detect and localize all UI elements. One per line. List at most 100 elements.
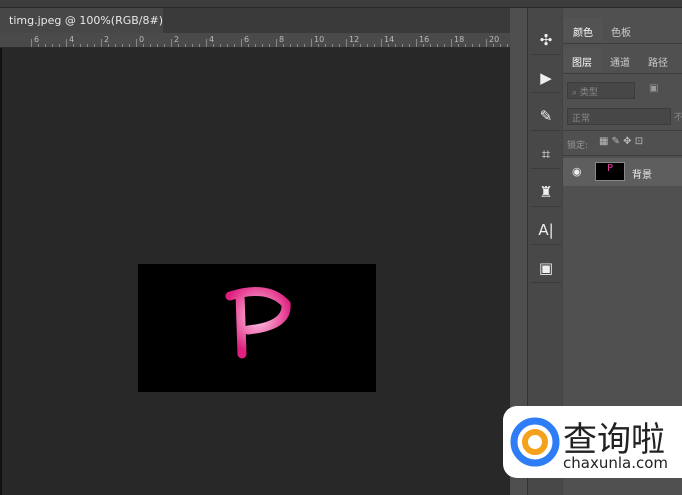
ruler-tick xyxy=(346,39,347,47)
lock-label: 锁定: xyxy=(567,141,589,151)
ruler-tick xyxy=(402,44,403,47)
play-icon[interactable]: ▶ xyxy=(531,63,561,93)
eye-icon[interactable]: ◉ xyxy=(572,165,582,178)
ruler-tick xyxy=(199,44,200,47)
ruler-tick xyxy=(227,44,228,47)
ruler-tick xyxy=(31,39,32,47)
top-bar xyxy=(0,0,682,8)
ruler-tick xyxy=(234,44,235,47)
ruler-tick xyxy=(283,44,284,47)
ruler-label: 4 xyxy=(209,35,215,44)
ruler-tick xyxy=(507,44,508,47)
text-icon[interactable]: A| xyxy=(531,215,561,245)
ruler-tick xyxy=(108,44,109,47)
ruler-tick xyxy=(262,44,263,47)
ruler-tick xyxy=(493,44,494,47)
ruler-tick xyxy=(192,44,193,47)
ruler-tick xyxy=(367,44,368,47)
ruler-tick xyxy=(290,44,291,47)
ruler-tick xyxy=(171,39,172,47)
filter-kind-select[interactable]: ⌕ 类型 xyxy=(567,82,635,99)
lock-icons[interactable]: ▦ ✎ ✥ ⊡ xyxy=(599,136,643,147)
ruler-tick xyxy=(220,44,221,47)
logo-icon xyxy=(510,417,560,467)
ruler-tick xyxy=(381,39,382,47)
ruler-tick xyxy=(122,44,123,47)
ruler-tick xyxy=(150,44,151,47)
ruler-tick xyxy=(423,44,424,47)
ruler-tick xyxy=(59,44,60,47)
layer-name: 背景 xyxy=(632,170,652,181)
ruler-label: 8 xyxy=(279,35,285,44)
ruler-tick xyxy=(353,44,354,47)
ruler-tick xyxy=(115,44,116,47)
ruler-tick xyxy=(52,44,53,47)
ruler-tick xyxy=(241,39,242,47)
ruler-label: 6 xyxy=(244,35,250,44)
tab-swatches[interactable]: 色板 xyxy=(603,18,639,42)
ruler-tick xyxy=(304,44,305,47)
ruler-tick xyxy=(206,39,207,47)
ruler-tick xyxy=(178,44,179,47)
ruler-tick xyxy=(395,44,396,47)
tab-paths[interactable]: 路径 xyxy=(639,48,677,72)
ruler-tick xyxy=(143,44,144,47)
ruler-label: 10 xyxy=(314,35,325,44)
stamp-icon[interactable]: ♜ xyxy=(531,177,561,207)
tab-color[interactable]: 颜色 xyxy=(563,18,603,42)
3d-icon[interactable]: ▣ xyxy=(531,253,561,283)
ruler-tick xyxy=(500,44,501,47)
crop-icon[interactable]: ⌗ xyxy=(531,139,561,169)
ruler-tick xyxy=(269,44,270,47)
ruler-tick xyxy=(451,39,452,47)
ruler-tick xyxy=(213,44,214,47)
canvas-area[interactable] xyxy=(0,48,510,495)
ruler-tick xyxy=(255,44,256,47)
ruler-tick xyxy=(73,44,74,47)
ruler-tick xyxy=(486,39,487,47)
ruler-label: 18 xyxy=(454,35,465,44)
tab-layers[interactable]: 图层 xyxy=(563,48,601,72)
horizontal-ruler: 6 4 2 0 2 4 6 8 10 12 14 16 18 20 xyxy=(0,33,515,48)
ruler-tick xyxy=(157,44,158,47)
layer-thumbnail: P xyxy=(595,162,625,181)
ruler-tick xyxy=(38,44,39,47)
ruler-label: 14 xyxy=(384,35,395,44)
ruler-tick xyxy=(416,39,417,47)
layer-row-background[interactable]: ◉ P 背景 xyxy=(563,158,682,186)
ruler-tick xyxy=(318,44,319,47)
ruler-label: 0 xyxy=(139,35,145,44)
logo-url: chaxunla.com xyxy=(563,454,668,472)
ruler-label: 4 xyxy=(69,35,75,44)
ruler-tick xyxy=(458,44,459,47)
ruler-tick xyxy=(94,44,95,47)
tab-channels[interactable]: 通道 xyxy=(601,48,639,72)
ruler-tick xyxy=(472,44,473,47)
ruler-tick xyxy=(129,44,130,47)
blend-mode-select[interactable]: 正常 xyxy=(567,108,671,125)
ruler-label: 16 xyxy=(419,35,430,44)
ruler-tick xyxy=(66,39,67,47)
ruler-tick xyxy=(339,44,340,47)
blend-mode-value: 正常 xyxy=(572,114,591,124)
ruler-tick xyxy=(332,44,333,47)
ruler-tick xyxy=(276,39,277,47)
document-tab[interactable]: timg.jpeg @ 100%(RGB/8#) xyxy=(0,8,163,33)
watermark-logo: 查询啦 chaxunla.com xyxy=(503,406,682,478)
image-filter-icon[interactable]: ▣ xyxy=(649,83,658,94)
opacity-label: 不 xyxy=(674,113,682,123)
ruler-tick xyxy=(311,39,312,47)
ruler-tick xyxy=(80,44,81,47)
brush-icon[interactable]: ✎ xyxy=(531,101,561,131)
puzzle-icon[interactable]: ✣ xyxy=(531,25,561,55)
ruler-label: 2 xyxy=(104,35,110,44)
filter-label: 类型 xyxy=(579,88,598,98)
ruler-tick xyxy=(185,44,186,47)
ruler-tick xyxy=(479,44,480,47)
ruler-tick xyxy=(164,44,165,47)
ruler-tick xyxy=(325,44,326,47)
ruler-tick xyxy=(87,44,88,47)
ruler-label: 20 xyxy=(489,35,500,44)
ruler-label: 6 xyxy=(34,35,40,44)
ruler-label: 12 xyxy=(349,35,360,44)
